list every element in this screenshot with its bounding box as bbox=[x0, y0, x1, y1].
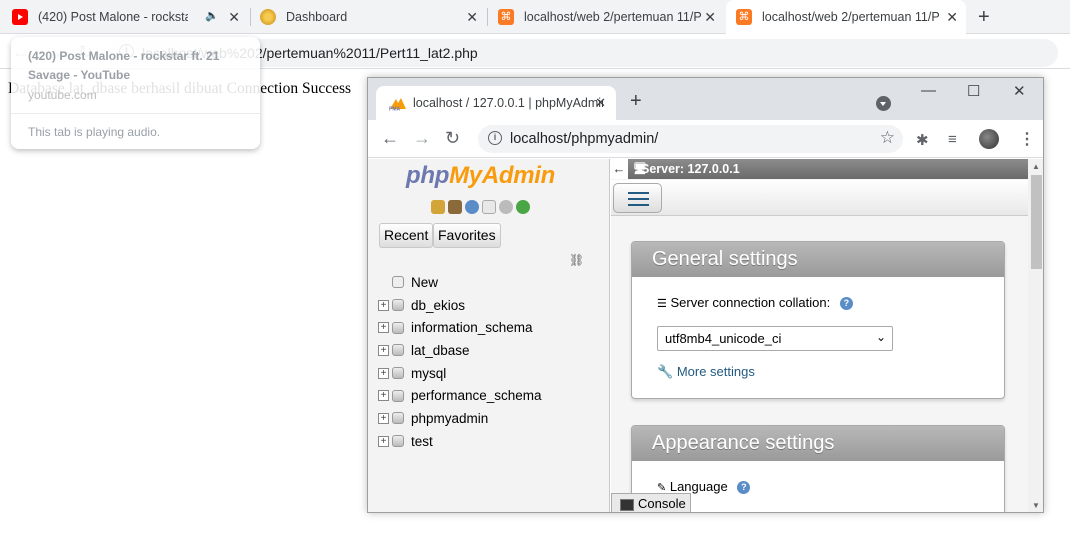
outer-tab-localhost-2[interactable]: localhost/web 2/pertemuan 11/P ✕ bbox=[726, 0, 966, 34]
inner-tab-phpmyadmin[interactable]: PMA localhost / 127.0.0.1 | phpMyAdmin ✕ bbox=[376, 86, 616, 120]
hover-card-title-2: Savage - YouTube bbox=[28, 68, 131, 82]
refresh-icon[interactable] bbox=[516, 200, 530, 214]
language-label: ✎ Language ? bbox=[657, 479, 751, 495]
close-tab-icon[interactable]: ✕ bbox=[704, 9, 716, 26]
tab-hover-card: (420) Post Malone - rockstar ft. 21 Sava… bbox=[11, 37, 260, 149]
link-icon[interactable]: ⛓ bbox=[569, 253, 584, 267]
main-scrollbar[interactable]: ▲ ▼ bbox=[1028, 159, 1043, 512]
database-icon bbox=[392, 435, 404, 448]
xampp-icon bbox=[498, 9, 514, 25]
database-icon bbox=[392, 412, 404, 425]
audio-icon[interactable]: 🔈 bbox=[205, 9, 219, 22]
phpmyadmin-logo[interactable]: phpMyAdmin bbox=[406, 162, 555, 190]
server-label[interactable]: Server: 127.0.0.1 bbox=[641, 162, 740, 176]
home-icon[interactable] bbox=[431, 200, 445, 214]
close-window-icon[interactable]: ✕ bbox=[1013, 82, 1026, 100]
hamburger-menu-button[interactable] bbox=[613, 183, 662, 213]
outer-tab-localhost-1[interactable]: localhost/web 2/pertemuan 11/P ✕ bbox=[492, 0, 724, 34]
database-icon bbox=[392, 389, 404, 402]
hover-card-title-1: (420) Post Malone - rockstar ft. 21 bbox=[28, 49, 220, 63]
inner-browser-window: PMA localhost / 127.0.0.1 | phpMyAdmin ✕… bbox=[367, 77, 1044, 513]
reload-icon[interactable]: ↻ bbox=[445, 128, 460, 149]
docs-icon[interactable] bbox=[482, 200, 496, 214]
maximize-icon[interactable]: ☐ bbox=[967, 82, 980, 100]
tree-item-new[interactable]: New bbox=[378, 271, 608, 294]
hover-card-audio-note: This tab is playing audio. bbox=[28, 125, 161, 139]
collation-select[interactable]: utf8mb4_unicode_ci ⌄ bbox=[657, 326, 893, 351]
help-icon[interactable]: ? bbox=[839, 297, 853, 311]
appearance-settings-heading: Appearance settings bbox=[632, 426, 1004, 461]
general-settings-panel: General settings ☰ Server connection col… bbox=[631, 241, 1005, 399]
extensions-icon[interactable]: ✱ bbox=[916, 131, 929, 149]
database-icon bbox=[392, 367, 404, 380]
avatar[interactable] bbox=[979, 129, 999, 149]
outer-tab-dashboard[interactable]: Dashboard ✕ bbox=[254, 0, 486, 34]
tree-item-db[interactable]: + information_schema bbox=[378, 316, 608, 339]
media-control-icon[interactable]: ≡ bbox=[948, 131, 957, 148]
outer-tab-youtube[interactable]: (420) Post Malone - rockstar 🔈 ✕ bbox=[12, 0, 248, 34]
new-tab-button[interactable]: + bbox=[978, 6, 990, 29]
back-arrow-icon[interactable]: ← bbox=[381, 128, 399, 149]
list-icon: ☰ bbox=[657, 298, 667, 310]
inner-url-text: localhost/phpmyadmin/ bbox=[510, 131, 659, 147]
pma-main-panel: ← 🖥 Server: 127.0.0.1 General settings ☰… bbox=[610, 159, 1043, 512]
close-tab-icon[interactable]: ✕ bbox=[228, 9, 240, 26]
database-icon bbox=[392, 321, 404, 334]
bookmark-star-icon[interactable]: ☆ bbox=[880, 128, 895, 148]
inner-toolbar: ← → ↻ i localhost/phpmyadmin/ ☆ ✱ ≡ ⋮ bbox=[368, 120, 1043, 158]
close-tab-icon[interactable]: ✕ bbox=[946, 9, 958, 26]
pma-menubar bbox=[611, 180, 1028, 216]
tree-item-db[interactable]: + lat_dbase bbox=[378, 339, 608, 362]
info-icon[interactable]: i bbox=[488, 131, 502, 145]
outer-tab-strip: (420) Post Malone - rockstar 🔈 ✕ Dashboa… bbox=[0, 0, 1070, 34]
tree-item-db[interactable]: + test bbox=[378, 430, 608, 453]
tab-title: localhost/web 2/pertemuan 11/P bbox=[524, 10, 702, 24]
youtube-icon bbox=[12, 9, 28, 25]
database-icon bbox=[392, 299, 404, 312]
xampp-icon bbox=[736, 9, 752, 25]
dashboard-icon bbox=[260, 9, 276, 25]
pma-navigation-panel: phpMyAdmin Recent Favorites ⛓ New + db_ek… bbox=[368, 159, 610, 512]
server-breadcrumb: ← 🖥 Server: 127.0.0.1 bbox=[610, 159, 1028, 179]
recent-button[interactable]: Recent bbox=[379, 223, 434, 248]
help-icon[interactable]: ? bbox=[737, 481, 751, 495]
help-icon[interactable] bbox=[465, 200, 479, 214]
new-db-icon bbox=[392, 276, 404, 289]
favorites-button[interactable]: Favorites bbox=[433, 223, 501, 248]
inner-tab-title: localhost / 127.0.0.1 | phpMyAdmin bbox=[413, 96, 603, 110]
database-icon bbox=[392, 344, 404, 357]
close-tab-icon[interactable]: ✕ bbox=[595, 95, 606, 111]
menu-kebab-icon[interactable]: ⋮ bbox=[1019, 129, 1035, 149]
wrench-icon: 🔧 bbox=[657, 364, 674, 379]
forward-arrow-icon[interactable]: → bbox=[413, 128, 431, 149]
chevron-down-icon: ⌄ bbox=[875, 330, 886, 344]
inner-address-bar[interactable]: i localhost/phpmyadmin/ ☆ bbox=[478, 125, 903, 153]
phpmyadmin-icon: PMA bbox=[389, 98, 406, 112]
tab-title: Dashboard bbox=[286, 10, 348, 24]
tree-item-db[interactable]: + phpmyadmin bbox=[378, 407, 608, 430]
tree-item-db[interactable]: + mysql bbox=[378, 362, 608, 385]
tab-title: localhost/web 2/pertemuan 11/P bbox=[762, 10, 940, 24]
inner-tab-strip: PMA localhost / 127.0.0.1 | phpMyAdmin ✕… bbox=[368, 78, 1043, 120]
tab-title: (420) Post Malone - rockstar bbox=[38, 10, 188, 24]
tree-item-db[interactable]: + performance_schema bbox=[378, 384, 608, 407]
logout-icon[interactable] bbox=[448, 200, 462, 214]
database-tree: New + db_ekios + information_schema + lat_d… bbox=[378, 271, 608, 453]
collation-label: ☰ Server connection collation: ? bbox=[657, 295, 853, 311]
pma-quick-icons bbox=[431, 200, 530, 214]
close-tab-icon[interactable]: ✕ bbox=[466, 9, 478, 26]
minimize-icon[interactable]: — bbox=[921, 82, 936, 99]
gear-icon[interactable] bbox=[499, 200, 513, 214]
tree-item-db[interactable]: + db_ekios bbox=[378, 294, 608, 317]
console-button[interactable]: Console bbox=[611, 493, 691, 512]
hover-card-domain: youtube.com bbox=[28, 88, 97, 102]
collapse-nav-icon[interactable]: ← bbox=[610, 159, 628, 179]
new-tab-button[interactable]: + bbox=[630, 90, 642, 113]
general-settings-heading: General settings bbox=[632, 242, 1004, 277]
svg-text:PMA: PMA bbox=[389, 107, 401, 112]
more-settings-link[interactable]: 🔧 More settings bbox=[657, 364, 755, 380]
tab-search-icon[interactable] bbox=[876, 96, 891, 111]
